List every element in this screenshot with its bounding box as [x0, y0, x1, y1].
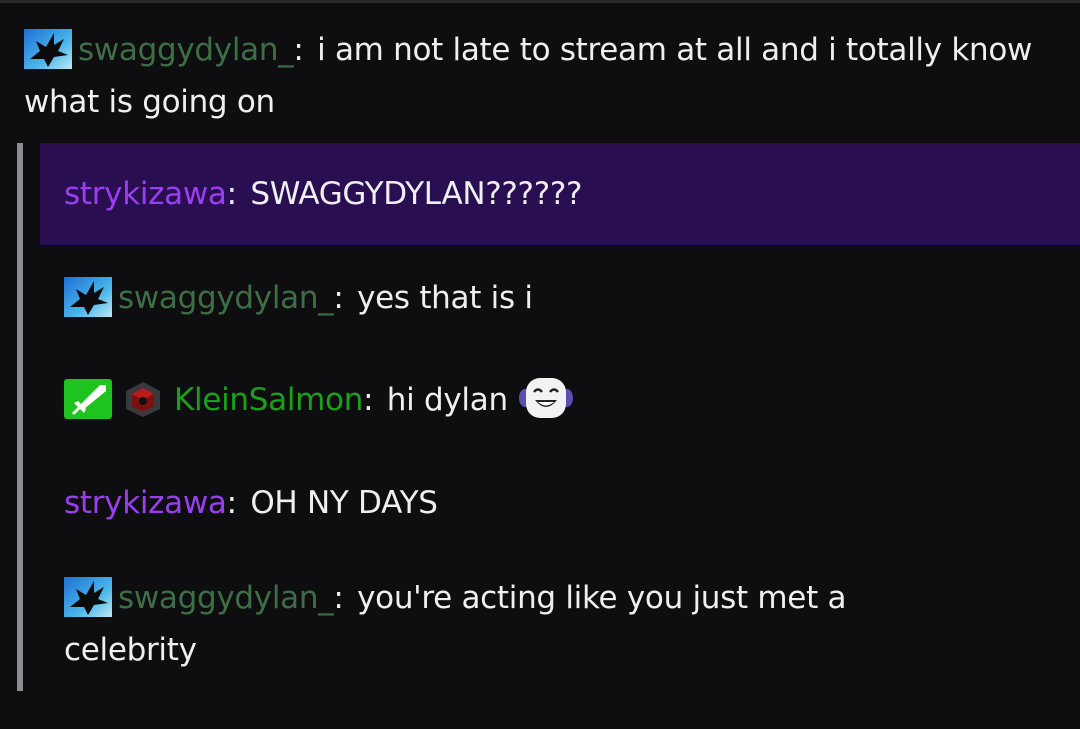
- message-text: yes that is i: [357, 280, 533, 316]
- username-colon: :: [333, 280, 344, 316]
- username-colon: :: [226, 176, 237, 212]
- message-text: hi dylan: [386, 382, 508, 418]
- username-kleinsalmon[interactable]: KleinSalmon: [174, 382, 363, 418]
- username-strykizawa[interactable]: strykizawa: [64, 176, 227, 212]
- thread-quote-bar: [17, 143, 23, 691]
- username-colon: :: [226, 485, 237, 521]
- chat-message-main[interactable]: swaggydylan_: i am not late to stream at…: [24, 24, 1054, 128]
- chat-message[interactable]: KleinSalmon: hi dylan: [64, 374, 1054, 426]
- username-colon: :: [363, 382, 374, 418]
- message-text: OH NY DAYS: [250, 485, 438, 521]
- username-colon: :: [293, 32, 304, 68]
- bird-badge-icon[interactable]: [64, 277, 112, 317]
- sword-moderator-icon[interactable]: [64, 379, 112, 419]
- chat-message-highlighted[interactable]: strykizawa: SWAGGYDYLAN??????: [64, 168, 1054, 220]
- smiling-face-emote[interactable]: [516, 374, 576, 422]
- chat-message[interactable]: swaggydylan_: yes that is i: [64, 272, 1054, 324]
- chat-message[interactable]: strykizawa: OH NY DAYS: [64, 477, 1054, 529]
- bird-badge-icon[interactable]: [64, 577, 112, 617]
- chat-message[interactable]: swaggydylan_: you're acting like you jus…: [64, 572, 964, 676]
- cube-badge-icon[interactable]: [122, 379, 164, 419]
- username-swaggydylan[interactable]: swaggydylan_: [118, 280, 334, 316]
- message-text: SWAGGYDYLAN??????: [250, 176, 583, 212]
- username-swaggydylan[interactable]: swaggydylan_: [118, 580, 334, 616]
- username-colon: :: [333, 580, 344, 616]
- username-swaggydylan[interactable]: swaggydylan_: [78, 32, 294, 68]
- username-strykizawa[interactable]: strykizawa: [64, 485, 227, 521]
- top-divider: [0, 0, 1080, 3]
- bird-badge-icon[interactable]: [24, 29, 72, 69]
